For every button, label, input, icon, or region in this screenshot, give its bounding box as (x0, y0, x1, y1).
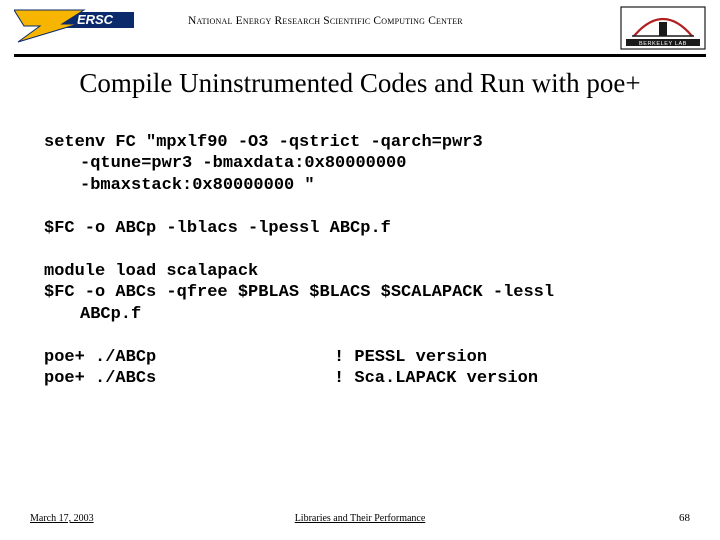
header-divider (14, 54, 706, 57)
lightning-icon: ERSC (14, 6, 134, 44)
nersc-logo-text: ERSC (77, 12, 114, 27)
code-row: poe+ ./ABCp ! PESSL version (44, 347, 676, 368)
code-block-setenv: setenv FC "mpxlf90 -O3 -qstrict -qarch=p… (44, 132, 676, 196)
slide-title: Compile Uninstrumented Codes and Run wit… (0, 68, 720, 99)
lab-building-icon: BERKELEY LAB (620, 6, 706, 50)
slide-header: ERSC National Energy Research Scientific… (0, 0, 720, 54)
berkeley-lab-logo: BERKELEY LAB (620, 6, 706, 55)
code-block-run: poe+ ./ABCp ! PESSL version poe+ ./ABCs … (44, 347, 676, 390)
page-number: 68 (679, 512, 690, 524)
code-line: poe+ ./ABCp (44, 347, 334, 368)
berkeley-lab-text: BERKELEY LAB (639, 41, 687, 47)
code-row: poe+ ./ABCs ! Sca.LAPACK version (44, 368, 676, 389)
code-block-compile-s: module load scalapack $FC -o ABCs -qfree… (44, 261, 676, 325)
org-name: National Energy Research Scientific Comp… (188, 14, 463, 29)
code-comment: ! Sca.LAPACK version (334, 368, 676, 389)
code-line: ABCp.f (44, 304, 676, 325)
footer-title: Libraries and Their Performance (0, 513, 720, 524)
code-line: -qtune=pwr3 -bmaxdata:0x80000000 (44, 153, 676, 174)
slide-body: setenv FC "mpxlf90 -O3 -qstrict -qarch=p… (44, 132, 676, 411)
nersc-logo: ERSC (14, 6, 134, 49)
code-comment: ! PESSL version (334, 347, 676, 368)
code-line: poe+ ./ABCs (44, 368, 334, 389)
code-line: $FC -o ABCs -qfree $PBLAS $BLACS $SCALAP… (44, 282, 676, 303)
code-line: module load scalapack (44, 261, 676, 282)
code-line: -bmaxstack:0x80000000 " (44, 175, 676, 196)
code-block-compile-p: $FC -o ABCp -lblacs -lpessl ABCp.f (44, 218, 676, 239)
slide: ERSC National Energy Research Scientific… (0, 0, 720, 540)
code-line: $FC -o ABCp -lblacs -lpessl ABCp.f (44, 218, 676, 239)
code-line: setenv FC "mpxlf90 -O3 -qstrict -qarch=p… (44, 132, 676, 153)
